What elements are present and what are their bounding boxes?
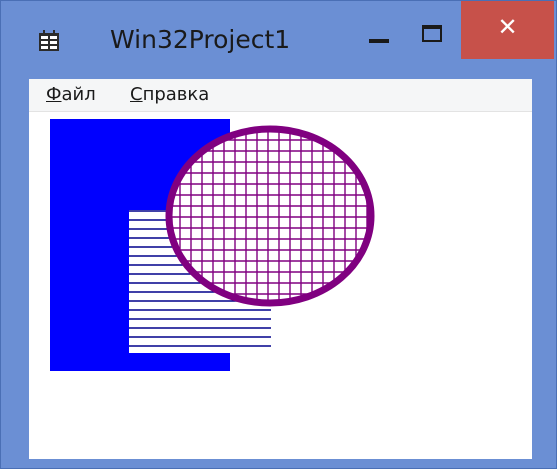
drawing-canvas [50,119,375,371]
maximize-button[interactable] [408,13,456,53]
menu-file-mnemonic: Ф [46,84,62,105]
minimize-button[interactable] [356,13,404,53]
title-bar[interactable]: Win32Project1 ✕ [1,1,556,79]
menu-file[interactable]: Файл [46,84,96,105]
menu-help-label: правка [142,84,210,105]
menu-bar: Файл Справка [29,79,532,112]
menu-help-mnemonic: С [130,84,143,105]
menu-file-label: айл [61,84,96,105]
menu-help[interactable]: Справка [130,84,209,105]
client-area: Файл Справка [29,79,532,459]
close-button[interactable]: ✕ [461,1,554,59]
application-icon[interactable] [38,30,60,52]
close-icon: ✕ [497,13,518,41]
window-title: Win32Project1 [110,25,291,54]
application-window: Win32Project1 ✕ Файл Справка [0,0,557,469]
